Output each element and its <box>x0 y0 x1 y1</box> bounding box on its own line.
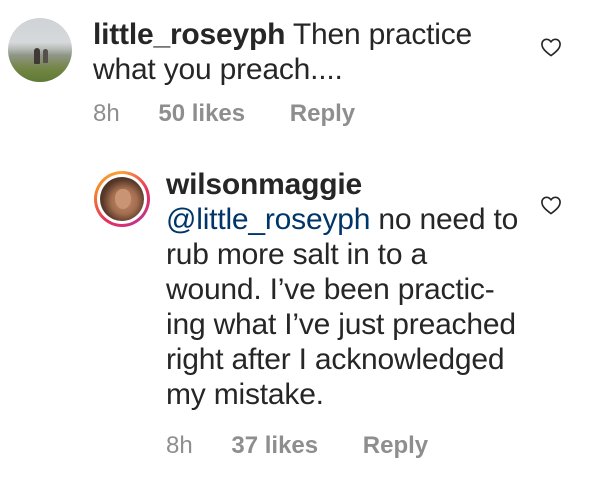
comment-timestamp[interactable]: 8h <box>93 100 120 128</box>
reply-meta: 8h 37 likes Reply <box>166 432 428 460</box>
reply-reply-button[interactable]: Reply <box>363 432 428 460</box>
reply-body: wilsonmaggie @little_roseyph no need to … <box>166 167 526 412</box>
reply-mention[interactable]: @little_roseyph <box>166 203 370 236</box>
reply-timestamp[interactable]: 8h <box>166 432 193 460</box>
comment-body: little_roseyph Then practice what you pr… <box>93 17 513 87</box>
comment-little-roseyph: little_roseyph Then practice what you pr… <box>0 0 600 150</box>
reply-button[interactable]: Reply <box>290 100 355 128</box>
comment-meta: 8h 50 likes Reply <box>93 100 355 128</box>
reply-username[interactable]: wilsonmaggie <box>166 168 362 201</box>
avatar-figure <box>34 48 40 64</box>
avatar-figure <box>43 49 48 63</box>
avatar-little-roseyph[interactable] <box>8 18 72 82</box>
comment-likes-count[interactable]: 50 likes <box>158 100 245 128</box>
heart-icon[interactable] <box>540 195 562 215</box>
avatar-wilsonmaggie[interactable] <box>94 171 150 227</box>
avatar-face <box>115 189 131 209</box>
reply-likes-count[interactable]: 37 likes <box>231 432 318 460</box>
heart-icon[interactable] <box>540 37 562 57</box>
comment-username[interactable]: little_roseyph <box>93 18 285 51</box>
avatar-photo <box>100 177 144 221</box>
